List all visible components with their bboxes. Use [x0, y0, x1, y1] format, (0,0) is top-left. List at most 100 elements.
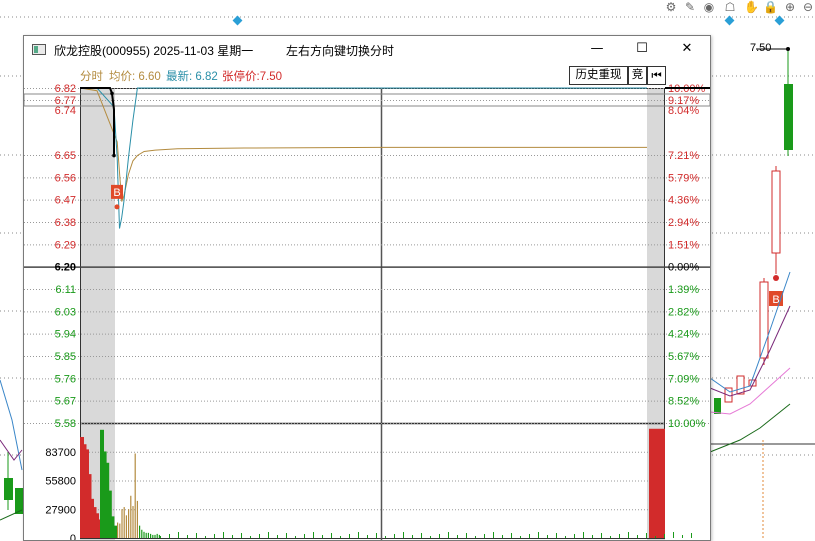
y-tick-label-left: 5.67	[55, 396, 76, 408]
volume-bar-minute	[466, 533, 467, 538]
y-tick-label-left: 6.65	[55, 150, 76, 162]
y-tick-label-right: 4.24%	[668, 329, 699, 341]
volume-bar-minute	[439, 534, 440, 538]
zoom-out-icon[interactable]: ⊖	[801, 0, 815, 14]
y-tick-label-left: 6.29	[55, 239, 76, 251]
volume-bar-minute	[313, 532, 314, 538]
volume-bar-minute	[637, 535, 638, 538]
volume-bar-minute	[268, 532, 269, 538]
y-tick-label-right: 10.00%	[668, 418, 706, 430]
y-tick-label-left: 6.74	[55, 105, 76, 117]
volume-bar-minute	[610, 536, 611, 538]
y-tick-label-left: 5.94	[55, 329, 76, 341]
volume-bar-minute	[154, 534, 156, 538]
volume-bar-closing	[649, 428, 665, 538]
volume-tick-label: 27900	[45, 504, 76, 516]
latest-price-line	[80, 87, 647, 229]
volume-bar-minute	[134, 453, 136, 538]
zoom-in-icon[interactable]: ⊕	[783, 0, 797, 14]
volume-bar-minute	[169, 534, 170, 538]
volume-bars	[80, 428, 692, 538]
volume-tick-label: 55800	[45, 476, 76, 488]
y-tick-label-left: 6.20	[55, 262, 76, 274]
settings-icon[interactable]: ⚙	[664, 0, 678, 14]
volume-bar-minute	[121, 509, 123, 538]
price-gridlines	[24, 88, 710, 424]
volume-bar-minute	[655, 536, 656, 538]
volume-bar-minute	[331, 533, 332, 538]
y-tick-label-left: 6.82	[55, 83, 76, 95]
y-tick-label-right: 2.94%	[668, 217, 699, 229]
auction-point	[110, 91, 114, 96]
y-tick-label-left: 5.85	[55, 351, 76, 363]
intraday-chart: 6.826.776.746.656.566.476.386.296.206.11…	[24, 83, 710, 540]
history-replay-button[interactable]: 历史重现	[569, 66, 628, 85]
y-tick-label-right: 0.00%	[668, 262, 699, 274]
bid-button[interactable]: 竞	[628, 66, 647, 85]
volume-bar-minute	[160, 536, 161, 538]
y-tick-label-left: 6.47	[55, 195, 76, 207]
y-tick-label-left: 6.38	[55, 217, 76, 229]
maximize-icon[interactable]: ☐	[627, 38, 657, 60]
volume-bar-minute	[125, 515, 127, 538]
volume-bar-minute	[145, 532, 147, 538]
volume-bar-minute	[592, 535, 593, 538]
title-bar[interactable]: 欣龙控股(000955) 2025-11-03 星期一 左右方向键切换分时 — …	[24, 36, 710, 62]
volume-bar-minute	[565, 536, 566, 538]
volume-bar-minute	[187, 535, 188, 538]
volume-bar-minute	[412, 535, 413, 538]
auction-point	[112, 153, 116, 158]
volume-bar-minute	[132, 506, 134, 538]
volume-bar-minute	[117, 522, 119, 538]
volume-bar-minute	[556, 533, 557, 538]
volume-bar-minute	[158, 534, 160, 538]
app-icon	[32, 44, 46, 55]
volume-bar-minute	[511, 533, 512, 538]
volume-bar-minute	[457, 535, 458, 538]
volume-bar-minute	[484, 534, 485, 538]
volume-bar-minute	[143, 531, 145, 538]
buy-marker-dot	[114, 204, 120, 210]
volume-bar-minute	[259, 534, 260, 538]
volume-bar-minute	[358, 532, 359, 538]
y-tick-label-right: 2.82%	[668, 306, 699, 318]
background-price-label: 7.50	[750, 42, 772, 54]
y-tick-label-right: 5.79%	[668, 172, 699, 184]
volume-bar-minute	[664, 534, 665, 538]
y-tick-label-right: 1.51%	[668, 239, 699, 251]
volume-bar-minute	[682, 535, 683, 538]
pen-icon[interactable]: ✎	[683, 0, 697, 14]
y-tick-label-left: 6.03	[55, 306, 76, 318]
volume-bar-minute	[286, 533, 287, 538]
volume-bar-minute	[520, 536, 521, 538]
back-icon[interactable]: ⏮	[647, 66, 666, 85]
y-tick-label-left: 6.56	[55, 172, 76, 184]
volume-bar-minute	[136, 500, 138, 538]
volume-axis: 8370055800279000	[45, 447, 665, 540]
eye-icon[interactable]: ◉	[702, 0, 716, 14]
volume-bar-minute	[123, 507, 125, 538]
lock-icon[interactable]: 🔒	[763, 0, 778, 14]
volume-bar-minute	[646, 533, 647, 538]
volume-bar-minute	[502, 535, 503, 538]
y-tick-label-right: 4.36%	[668, 195, 699, 207]
volume-bar-minute	[394, 534, 395, 538]
volume-bar-minute	[403, 532, 404, 538]
volume-bar-minute	[367, 535, 368, 538]
price-lines	[79, 87, 710, 229]
volume-bar-minute	[205, 536, 206, 538]
volume-bar-minute	[250, 536, 251, 538]
close-icon[interactable]: ✕	[672, 38, 702, 60]
tab-intraday[interactable]: 分时	[80, 68, 103, 84]
volume-bar-minute	[119, 523, 121, 538]
basket-icon[interactable]: ☖	[723, 0, 737, 14]
window-hint: 左右方向键切换分时	[286, 44, 395, 58]
volume-bar-minute	[583, 532, 584, 538]
minimize-icon[interactable]: —	[582, 38, 612, 60]
y-tick-label-right: 5.67%	[668, 351, 699, 363]
volume-bar-minute	[619, 534, 620, 538]
volume-bar-minute	[232, 535, 233, 538]
hand-icon[interactable]: ✋	[744, 0, 759, 14]
volume-bar-minute	[150, 533, 152, 538]
volume-bar-minute	[241, 533, 242, 538]
